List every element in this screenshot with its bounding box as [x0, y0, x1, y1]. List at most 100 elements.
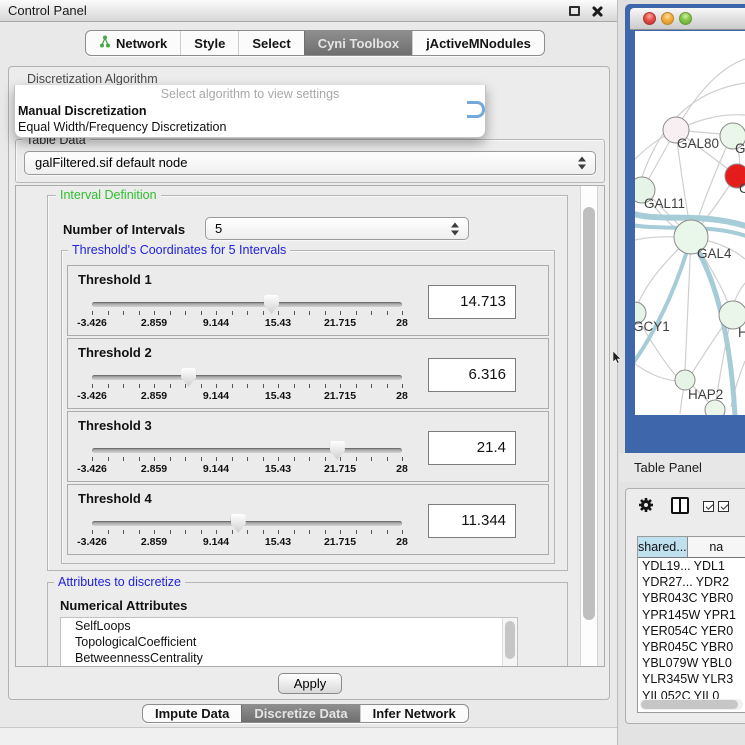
control-panel-footer — [0, 727, 617, 745]
tab-impute-data[interactable]: Impute Data — [143, 705, 241, 722]
threshold-slider[interactable]: -3.4262.8599.14415.4321.71528 — [92, 375, 402, 402]
threshold-value-field[interactable]: 14.713 — [428, 285, 516, 319]
attribute-item[interactable]: TopologicalCoefficient — [61, 634, 517, 650]
checked-checkbox-icon[interactable] — [718, 501, 729, 512]
settings-scrollbar[interactable] — [580, 186, 598, 666]
threshold-value-field[interactable]: 11.344 — [428, 504, 516, 538]
cell-shared-name: YER054C — [638, 623, 698, 639]
network-graph: GAL80GACGAL11GAL4GCY1HHAP2 — [635, 31, 745, 415]
table-row[interactable]: YPR145WYPR1 — [638, 607, 745, 623]
network-canvas[interactable]: GAL80GACGAL11GAL4GCY1HHAP2 — [635, 31, 745, 415]
checked-checkbox-icon[interactable] — [703, 501, 714, 512]
tab-cyni-toolbox[interactable]: Cyni Toolbox — [304, 31, 412, 55]
attributes-list-items: SelfLoopsTopologicalCoefficientBetweenne… — [61, 618, 517, 666]
scale-tick-label: 28 — [372, 390, 432, 402]
close-traffic-light-icon[interactable] — [643, 12, 656, 25]
zoom-traffic-light-icon[interactable] — [679, 12, 692, 25]
cell-shared-name: YBR045C — [638, 639, 698, 655]
slider-ticks — [92, 530, 402, 535]
algorithm-option-equal-width-frequency-discretization[interactable]: Equal Width/Frequency Discretization — [15, 119, 485, 135]
threshold-value-field[interactable]: 21.4 — [428, 431, 516, 465]
threshold-label: Threshold 4 — [78, 491, 152, 506]
attributes-scrollbar-thumb[interactable] — [505, 621, 515, 659]
scale-tick-label: 15.43 — [248, 390, 308, 402]
table-horizontal-scrollbar[interactable] — [640, 699, 743, 710]
network-edge[interactable] — [676, 59, 745, 130]
scale-tick-label: 2.859 — [124, 536, 184, 548]
node-label: GAL11 — [644, 196, 685, 211]
algorithm-dropdown-popup: Select algorithm to view settings Manual… — [14, 85, 486, 138]
tab-jactivemnodules[interactable]: jActiveMNodules — [412, 31, 544, 55]
settings-scrollbar-thumb[interactable] — [583, 207, 595, 620]
scale-tick-label: 2.859 — [124, 463, 184, 475]
threshold-label: Threshold 2 — [78, 345, 152, 360]
table-header-row: shared... na — [638, 537, 745, 558]
network-edge[interactable] — [635, 241, 690, 366]
table-panel-titlebar: Table Panel — [619, 453, 745, 482]
slider-ticks — [92, 384, 402, 389]
attribute-item[interactable]: BetweennessCentrality — [61, 650, 517, 666]
control-panel-tabs: NetworkStyleSelectCyni ToolboxjActiveMNo… — [85, 30, 545, 56]
tab-network[interactable]: Network — [86, 31, 180, 55]
tab-select[interactable]: Select — [238, 31, 303, 55]
table-panel: shared... na YDL19...YDL1YDR27...YDR2YBR… — [619, 482, 745, 745]
table-row[interactable]: YDL19...YDL1 — [638, 558, 745, 574]
node-label: GA — [735, 141, 745, 156]
slider-ticks — [92, 457, 402, 462]
number-of-intervals-value: 5 — [215, 221, 222, 236]
interval-definition-title: Interval Definition — [56, 188, 161, 202]
threshold-value-field[interactable]: 6.316 — [428, 358, 516, 392]
scale-tick-label: 15.43 — [248, 463, 308, 475]
table-row[interactable]: YLR345WYLR3 — [638, 671, 745, 687]
table-row[interactable]: YBR045CYBR0 — [638, 639, 745, 655]
scale-tick-label: 15.43 — [248, 536, 308, 548]
cell-shared-name: YLR345W — [638, 671, 699, 687]
node-attribute-table: shared... na YDL19...YDL1YDR27...YDR2YBR… — [637, 536, 745, 713]
network-window-titlebar[interactable] — [630, 8, 745, 30]
algorithm-option-manual-discretization[interactable]: Manual Discretization — [15, 103, 485, 119]
table-horizontal-scrollbar-thumb[interactable] — [641, 700, 738, 709]
threshold-slider[interactable]: -3.4262.8599.14415.4321.71528 — [92, 302, 402, 329]
node-label: HAP2 — [688, 387, 723, 402]
slider-ticks — [92, 311, 402, 316]
attributes-list: SelfLoopsTopologicalCoefficientBetweenne… — [60, 617, 518, 667]
close-icon[interactable] — [591, 5, 604, 18]
table-row[interactable]: YDR27...YDR2 — [638, 574, 745, 590]
tab-discretize-data[interactable]: Discretize Data — [241, 705, 359, 722]
table-rows: YDL19...YDL1YDR27...YDR2YBR043CYBR0YPR14… — [638, 558, 745, 704]
network-icon — [99, 35, 111, 51]
float-window-icon[interactable] — [569, 6, 580, 16]
number-of-intervals-spinner[interactable]: 5 — [205, 217, 469, 240]
settings-gear-icon[interactable] — [637, 496, 655, 514]
node-label: GAL4 — [697, 246, 732, 261]
tab-infer-network[interactable]: Infer Network — [360, 705, 468, 722]
threshold-card: Threshold 2 -3.4262.8599.14415.4321.71528… — [67, 338, 549, 409]
threshold-slider[interactable]: -3.4262.8599.14415.4321.71528 — [92, 521, 402, 548]
cell-name: YBL0 — [698, 655, 745, 671]
threshold-slider[interactable]: -3.4262.8599.14415.4321.71528 — [92, 448, 402, 475]
minimize-traffic-light-icon[interactable] — [661, 12, 674, 25]
table-panel-body: shared... na YDL19...YDL1YDR27...YDR2YBR… — [625, 488, 745, 724]
slider-track — [92, 375, 402, 380]
cell-shared-name: YBL079W — [638, 655, 698, 671]
split-view-icon[interactable] — [671, 497, 689, 514]
network-edge[interactable] — [635, 361, 676, 381]
scale-tick-label: 28 — [372, 317, 432, 329]
column-header-name[interactable]: na — [688, 537, 745, 557]
control-panel-titlebar: Control Panel — [0, 0, 617, 22]
attribute-item[interactable]: SelfLoops — [61, 618, 517, 634]
table-row[interactable]: YER054CYER0 — [638, 623, 745, 639]
attributes-scrollbar[interactable] — [502, 618, 517, 667]
table-row[interactable]: YBR043CYBR0 — [638, 590, 745, 606]
cell-name: YER0 — [698, 623, 745, 639]
algorithm-combobox-focus-ring[interactable] — [467, 101, 485, 118]
apply-button[interactable]: Apply — [278, 673, 342, 694]
control-panel-title: Control Panel — [8, 3, 87, 18]
scale-tick-label: 15.43 — [248, 317, 308, 329]
table-data-combobox[interactable]: galFiltered.sif default node — [24, 151, 596, 175]
column-header-shared-name[interactable]: shared... — [638, 537, 688, 557]
table-row[interactable]: YBL079WYBL0 — [638, 655, 745, 671]
network-node[interactable] — [705, 400, 725, 415]
scale-tick-label: 2.859 — [124, 390, 184, 402]
tab-style[interactable]: Style — [180, 31, 238, 55]
